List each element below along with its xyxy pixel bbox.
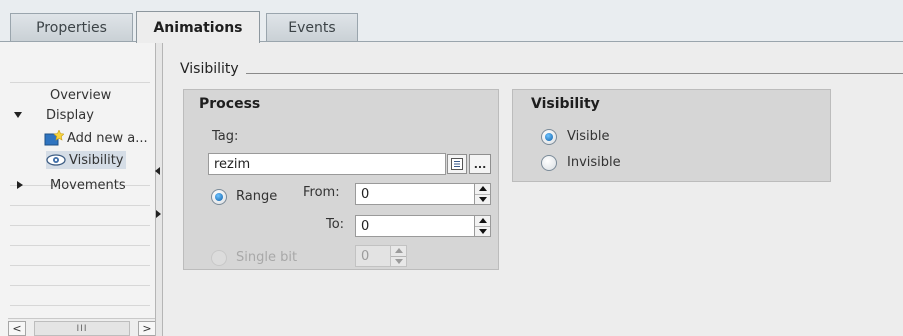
range-from-input[interactable]: 0: [355, 183, 491, 205]
nav-separator: [10, 245, 150, 246]
single-bit-value: 0: [361, 248, 370, 264]
nav-horizontal-scrollbar[interactable]: < III >: [8, 318, 157, 336]
range-from-spinner: [474, 184, 490, 204]
process-group: [183, 89, 499, 270]
chevron-left-icon: <: [12, 322, 22, 335]
browse-dots: ...: [473, 157, 487, 171]
list-icon: [451, 158, 463, 170]
invisible-label: Invisible: [567, 155, 621, 170]
nav-item-label: Display: [46, 107, 94, 123]
nav-item-label: Add new a...: [67, 130, 148, 146]
range-to-value: 0: [361, 218, 370, 234]
nav-separator: [10, 305, 150, 306]
expand-arrow-icon[interactable]: [14, 112, 22, 118]
visible-label: Visible: [567, 129, 610, 144]
process-title: Process: [199, 96, 261, 112]
range-radio[interactable]: [211, 189, 227, 205]
tab-events[interactable]: Events: [266, 13, 358, 42]
from-label: From:: [303, 185, 340, 200]
invisible-radio[interactable]: [541, 155, 557, 171]
nav-item-movements[interactable]: Movements: [17, 176, 126, 194]
to-label: To:: [326, 217, 345, 232]
spin-down-icon: [478, 196, 487, 202]
nav-item-display[interactable]: Display: [14, 106, 94, 124]
nav-item-overview[interactable]: Overview: [50, 86, 111, 104]
range-label: Range: [236, 189, 278, 204]
visible-radio[interactable]: [541, 129, 557, 145]
add-animation-icon: [44, 129, 65, 146]
nav-separator: [10, 205, 150, 206]
range-to-spinner: [474, 216, 490, 236]
collapse-left-icon[interactable]: [155, 167, 160, 175]
range-to-input[interactable]: 0: [355, 215, 491, 237]
scroll-right-button[interactable]: >: [138, 321, 156, 336]
expand-right-icon[interactable]: [156, 210, 161, 218]
nav-item-visibility[interactable]: Visibility: [46, 151, 127, 169]
eye-icon: [46, 153, 66, 167]
scroll-left-button[interactable]: <: [8, 321, 26, 336]
tab-animations[interactable]: Animations: [136, 11, 260, 43]
tab-properties-label: Properties: [36, 20, 107, 36]
nav-item-label: Overview: [50, 87, 112, 103]
spin-up-button[interactable]: [475, 216, 490, 226]
nav-item-add-new-animation[interactable]: Add new a...: [44, 129, 148, 147]
spin-up-button[interactable]: [475, 184, 490, 194]
nav-separator: [10, 285, 150, 286]
spin-down-icon: [394, 258, 403, 264]
spin-down-icon: [478, 228, 487, 234]
tab-animations-label: Animations: [153, 19, 243, 36]
nav-item-label: Visibility: [69, 152, 124, 168]
spin-down-button[interactable]: [391, 255, 406, 267]
nav-separator: [10, 82, 150, 83]
tag-label: Tag:: [212, 129, 239, 144]
single-bit-input[interactable]: 0: [355, 245, 407, 267]
scroll-thumb[interactable]: III: [34, 321, 130, 336]
spin-up-icon: [478, 218, 487, 224]
spin-up-icon: [478, 186, 487, 192]
section-title: Visibility: [180, 61, 239, 77]
scroll-thumb-grip: III: [76, 323, 88, 334]
spin-down-button[interactable]: [475, 225, 490, 237]
range-from-value: 0: [361, 186, 370, 202]
panel-splitter[interactable]: [155, 42, 163, 336]
tab-properties[interactable]: Properties: [10, 13, 133, 42]
tag-browse-button[interactable]: ...: [469, 154, 491, 174]
collapse-arrow-icon[interactable]: [17, 181, 23, 189]
section-divider: [246, 73, 903, 74]
chevron-right-icon: >: [142, 322, 152, 335]
tag-list-button[interactable]: [447, 154, 467, 174]
tag-input[interactable]: rezim: [208, 153, 446, 175]
tab-events-label: Events: [288, 20, 336, 36]
nav-separator: [10, 265, 150, 266]
nav-separator: [10, 225, 150, 226]
single-bit-radio[interactable]: [211, 250, 227, 266]
spin-up-icon: [394, 248, 403, 254]
nav-item-label: Movements: [50, 177, 126, 193]
visibility-title: Visibility: [531, 96, 600, 112]
single-bit-label: Single bit: [236, 250, 298, 265]
spin-down-button[interactable]: [475, 193, 490, 205]
tag-input-value: rezim: [214, 156, 251, 172]
single-bit-spinner: [390, 246, 406, 266]
spin-up-button[interactable]: [391, 246, 406, 256]
